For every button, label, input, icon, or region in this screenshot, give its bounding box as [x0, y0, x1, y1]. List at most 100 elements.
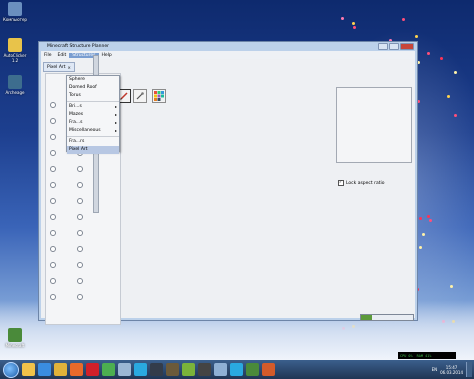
java-icon[interactable] — [262, 363, 275, 376]
layer-radio[interactable] — [50, 214, 56, 220]
ie-icon[interactable] — [38, 363, 51, 376]
desktop-icon-computer[interactable]: Компьютер — [2, 2, 28, 22]
decoration-light — [418, 217, 422, 220]
taskbar-apps — [19, 363, 275, 376]
layer-radio[interactable] — [50, 102, 56, 108]
menu-item-fractals[interactable]: Fra...s ▸ — [67, 119, 119, 127]
close-button[interactable] — [400, 43, 414, 50]
menu-item-miscellaneous[interactable]: Miscellaneous ▸ — [67, 127, 119, 135]
layer-radio[interactable] — [50, 182, 56, 188]
palette-tool-button[interactable] — [152, 89, 166, 103]
decoration-light — [402, 17, 406, 21]
decoration-light — [421, 233, 425, 237]
desktop-icon-autoclicker[interactable]: AutoClicker 1.2 — [2, 38, 28, 63]
menu-item-frames[interactable]: Fra...rs — [67, 138, 119, 146]
layer-radio[interactable] — [77, 294, 83, 300]
layer-radio[interactable] — [50, 294, 56, 300]
layer-radio[interactable] — [50, 278, 56, 284]
archeage-icon — [8, 75, 22, 89]
layer-radio[interactable] — [50, 230, 56, 236]
layer-radio[interactable] — [77, 262, 83, 268]
notepad-icon[interactable] — [118, 363, 131, 376]
progress-bar — [360, 314, 414, 321]
decoration-light — [427, 214, 431, 218]
close-tab-icon[interactable]: × — [68, 65, 71, 70]
layer-radio[interactable] — [77, 214, 83, 220]
tab-label: Pixel Art — [47, 64, 66, 70]
system-tray: EN 15:47 06.03.2014 — [432, 360, 472, 379]
layer-radio[interactable] — [50, 118, 56, 124]
skype2-icon[interactable] — [230, 363, 243, 376]
layer-radio[interactable] — [50, 166, 56, 172]
menu-item-bridges[interactable]: Bri...s ▸ — [67, 103, 119, 111]
chrome-icon[interactable] — [102, 363, 115, 376]
menu-separator — [67, 136, 119, 137]
layer-radio[interactable] — [50, 198, 56, 204]
maximize-button[interactable] — [389, 43, 399, 50]
picker-tool-button[interactable] — [133, 89, 147, 103]
decoration-light — [454, 113, 458, 117]
picker-icon — [136, 92, 144, 100]
ram-text: RAM 41% — [416, 353, 432, 358]
menu-file[interactable]: File — [41, 53, 55, 58]
window-titlebar[interactable]: Minecraft Structure Planner — [39, 42, 417, 50]
utorrent-icon[interactable] — [182, 363, 195, 376]
lock-aspect-checkbox[interactable] — [338, 179, 344, 186]
desktop-icon-minecraft[interactable]: Minecraft — [2, 328, 28, 348]
layer-radio[interactable] — [77, 166, 83, 172]
minimize-button[interactable] — [378, 43, 388, 50]
layer-radio[interactable] — [50, 246, 56, 252]
folder-icon[interactable] — [54, 363, 67, 376]
layer-radio[interactable] — [77, 246, 83, 252]
cs-icon[interactable] — [198, 363, 211, 376]
decoration-light — [439, 56, 443, 60]
structures-menu: Sphere Domed Roof Torus Bri...s ▸ Mazes ▸ … — [66, 75, 120, 154]
game-icon[interactable] — [166, 363, 179, 376]
desktop-icon-label: AutoClicker 1.2 — [3, 53, 27, 63]
lock-aspect-ratio[interactable]: Lock aspect ratio — [338, 179, 384, 186]
menu-help[interactable]: Help — [99, 53, 115, 58]
cpu-text: CPU 0% — [400, 353, 413, 358]
decoration-light — [446, 94, 450, 98]
tab-pixel-art[interactable]: Pixel Art × — [43, 62, 75, 72]
show-desktop-button[interactable] — [466, 362, 472, 377]
decoration-light — [426, 52, 430, 56]
decoration-light — [454, 70, 458, 74]
progress-fill — [361, 315, 373, 320]
computer-icon — [8, 2, 22, 16]
steam-icon[interactable] — [150, 363, 163, 376]
palette-grid-icon — [154, 91, 164, 101]
decoration-light — [415, 34, 419, 38]
decoration-light — [419, 245, 423, 249]
layer-radio[interactable] — [50, 134, 56, 140]
menu-edit[interactable]: Edit — [55, 53, 70, 58]
layer-radio[interactable] — [77, 278, 83, 284]
media-icon[interactable] — [70, 363, 83, 376]
layer-radio[interactable] — [77, 182, 83, 188]
desktop-icon-archeage[interactable]: Archeage — [2, 75, 28, 95]
clock[interactable]: 15:47 06.03.2014 — [440, 365, 463, 375]
decoration-light — [340, 16, 344, 20]
language-indicator[interactable]: EN — [432, 367, 438, 372]
desktop-icon-label: Archeage — [5, 90, 25, 95]
decoration-light — [352, 26, 356, 30]
menu-item-torus[interactable]: Torus — [67, 92, 119, 100]
minecraft-icon[interactable] — [246, 363, 259, 376]
layer-radio[interactable] — [50, 262, 56, 268]
minecraft-icon — [8, 328, 22, 342]
layer-radio[interactable] — [77, 198, 83, 204]
menu-item-domed-roof[interactable]: Domed Roof — [67, 84, 119, 92]
menu-item-pixel-art[interactable]: Pixel Art — [67, 146, 119, 154]
menu-item-mazes[interactable]: Mazes ▸ — [67, 111, 119, 119]
layer-radio[interactable] — [77, 230, 83, 236]
start-button[interactable] — [3, 361, 19, 378]
menu-item-sphere[interactable]: Sphere — [67, 76, 119, 84]
explorer-icon[interactable] — [22, 363, 35, 376]
opera-icon[interactable] — [86, 363, 99, 376]
image-preview — [336, 87, 412, 163]
layer-radio[interactable] — [50, 150, 56, 156]
desktop-icon-label: Minecraft — [5, 343, 25, 348]
submenu-arrow-icon: ▸ — [114, 104, 117, 109]
calc-icon[interactable] — [214, 363, 227, 376]
skype-icon[interactable] — [134, 363, 147, 376]
